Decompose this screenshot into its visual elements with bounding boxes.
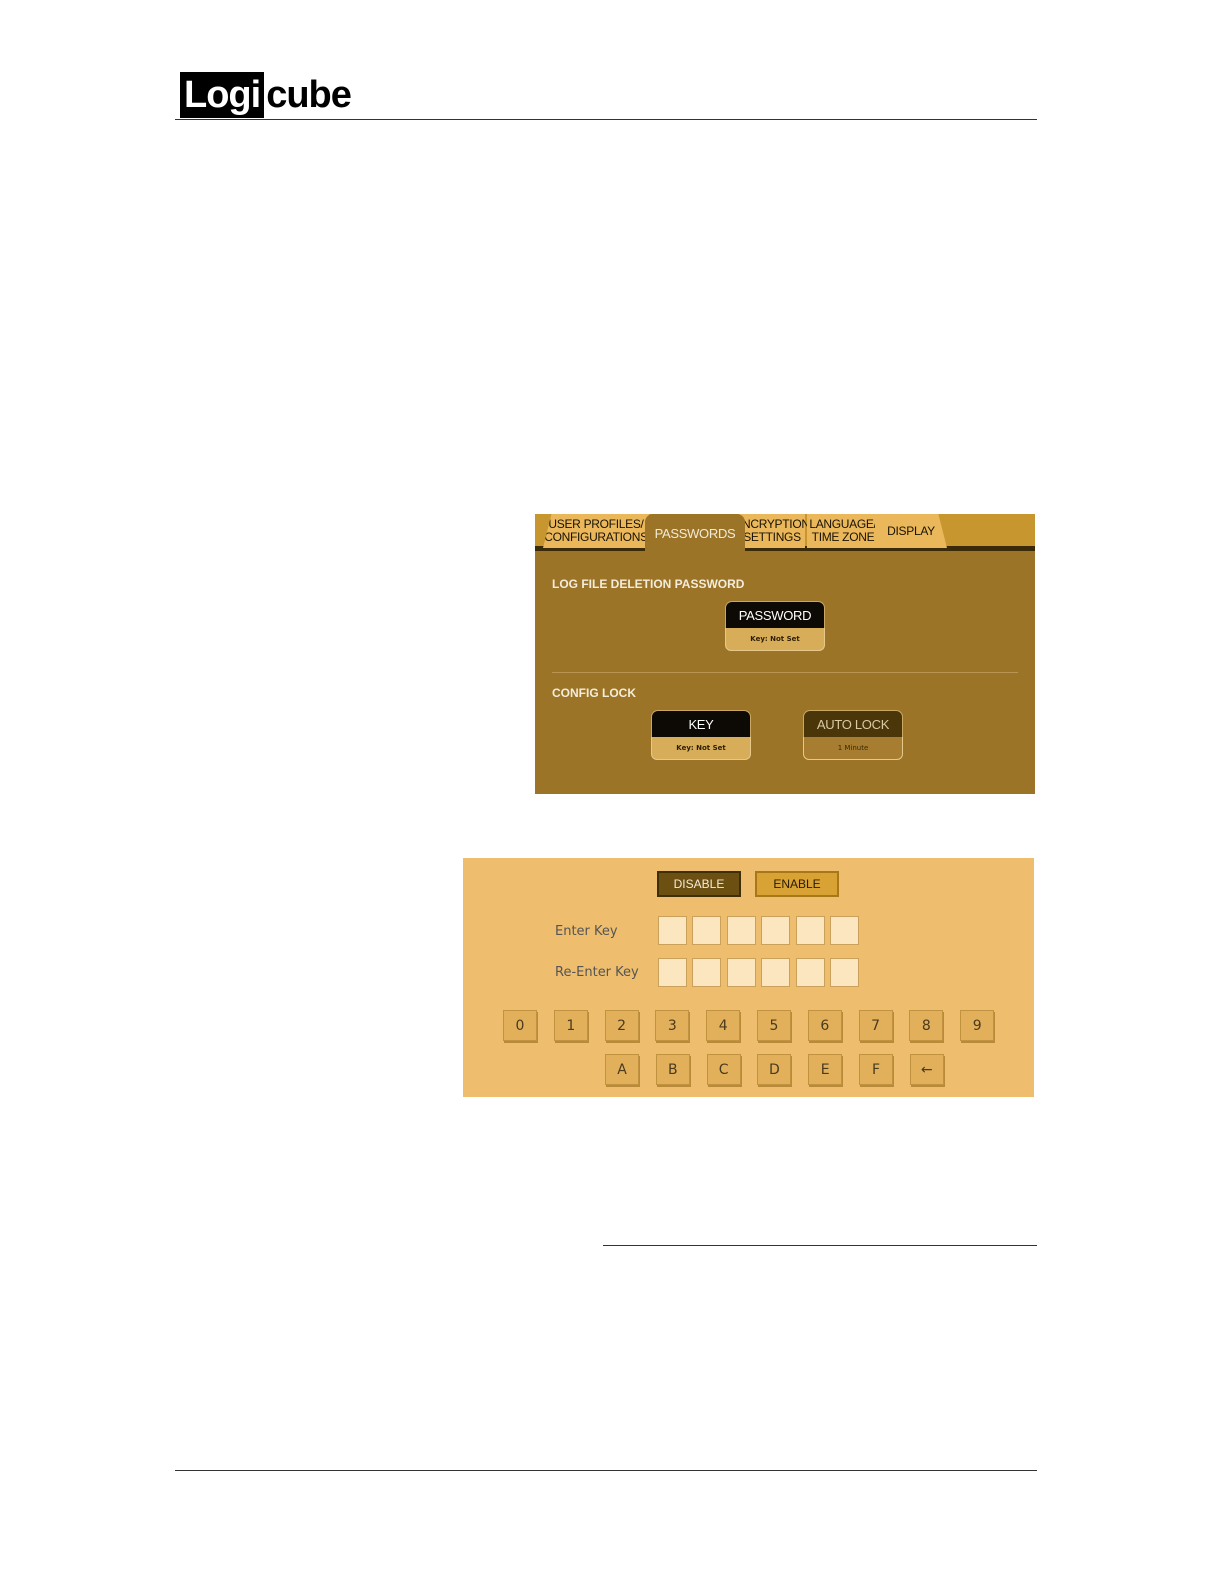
digit-key-7[interactable]: 7 (858, 1010, 893, 1041)
letter-key-4[interactable]: E (808, 1054, 843, 1085)
digit-key-0[interactable]: 0 (503, 1010, 537, 1041)
digit-key-2[interactable]: 2 (604, 1010, 639, 1041)
key-button[interactable]: KEY Key: Not Set (651, 710, 751, 760)
reenter-key-cell-5[interactable] (795, 958, 825, 987)
password-button-label: PASSWORD (725, 601, 825, 628)
tab-language-time-zone[interactable]: LANGUAGE/ TIME ZONE (807, 514, 879, 548)
letter-key-6[interactable]: ← (909, 1054, 944, 1085)
passwords-settings-screenshot: USER PROFILES/ CONFIGURATIONS PASSWORDS … (535, 514, 1035, 794)
letter-key-3[interactable]: D (757, 1054, 792, 1085)
digit-key-9[interactable]: 9 (960, 1010, 995, 1041)
digit-key-6[interactable]: 6 (807, 1010, 842, 1041)
letter-key-5[interactable]: F (859, 1054, 893, 1085)
reenter-key-cell-1[interactable] (658, 958, 687, 987)
tab-user-profiles[interactable]: USER PROFILES/ CONFIGURATIONS (543, 514, 649, 548)
config-lock-label: CONFIG LOCK (552, 686, 636, 700)
tab-passwords[interactable]: PASSWORDS (645, 514, 745, 552)
logo-rest-text: cube (266, 74, 352, 116)
enter-key-cell-3[interactable] (726, 916, 756, 945)
digit-key-3[interactable]: 3 (655, 1010, 690, 1041)
reenter-key-cell-6[interactable] (830, 958, 859, 987)
auto-lock-button[interactable]: AUTO LOCK 1 Minute (803, 710, 903, 760)
header-rule (175, 119, 1037, 120)
key-button-label: KEY (651, 710, 751, 737)
auto-lock-button-label: AUTO LOCK (803, 710, 903, 737)
digit-key-8[interactable]: 8 (909, 1010, 944, 1041)
log-file-deletion-password-label: LOG FILE DELETION PASSWORD (552, 577, 745, 591)
tab-encryption-settings[interactable]: ENCRYPTION SETTINGS (734, 514, 810, 548)
enter-key-label: Enter Key (555, 924, 618, 939)
tab-display[interactable]: DISPLAY (875, 514, 947, 548)
tab-passwords-label: PASSWORDS (654, 525, 736, 541)
tab-display-label: DISPLAY (887, 523, 935, 538)
reenter-key-cell-4[interactable] (761, 958, 791, 987)
letter-key-0[interactable]: A (605, 1054, 639, 1085)
footer-rule (175, 1470, 1037, 1471)
reenter-key-label: Re-Enter Key (555, 965, 639, 980)
disable-button[interactable]: DISABLE (657, 871, 741, 897)
auto-lock-button-value: 1 Minute (803, 737, 903, 760)
password-button[interactable]: PASSWORD Key: Not Set (725, 601, 825, 651)
enter-key-cell-1[interactable] (658, 916, 687, 945)
tab-encryption-label: ENCRYPTION SETTINGS (734, 517, 810, 544)
enter-key-cell-5[interactable] (795, 916, 825, 945)
enter-key-cell-4[interactable] (761, 916, 791, 945)
reenter-key-cell-3[interactable] (726, 958, 756, 987)
tab-user-profiles-label: USER PROFILES/ CONFIGURATIONS (544, 517, 648, 544)
enter-key-cell-2[interactable] (692, 916, 722, 945)
digit-key-1[interactable]: 1 (553, 1010, 588, 1041)
reenter-key-cell-2[interactable] (692, 958, 722, 987)
key-entry-keypad-screenshot: DISABLE ENABLE Enter Key Re-Enter Key 01… (463, 858, 1034, 1097)
logo-block-text: Logi (180, 72, 265, 118)
logicube-logo: Logi cube (180, 72, 352, 118)
digit-key-5[interactable]: 5 (757, 1010, 791, 1041)
letter-key-2[interactable]: C (706, 1054, 741, 1085)
enter-key-cell-6[interactable] (830, 916, 859, 945)
enable-button[interactable]: ENABLE (755, 871, 839, 897)
section-divider (552, 672, 1018, 673)
password-button-value: Key: Not Set (725, 628, 825, 651)
digit-key-4[interactable]: 4 (706, 1010, 741, 1041)
letter-key-1[interactable]: B (655, 1054, 690, 1085)
section-end-rule (603, 1245, 1037, 1246)
tab-language-label: LANGUAGE/ TIME ZONE (809, 517, 877, 544)
key-button-value: Key: Not Set (651, 737, 751, 760)
